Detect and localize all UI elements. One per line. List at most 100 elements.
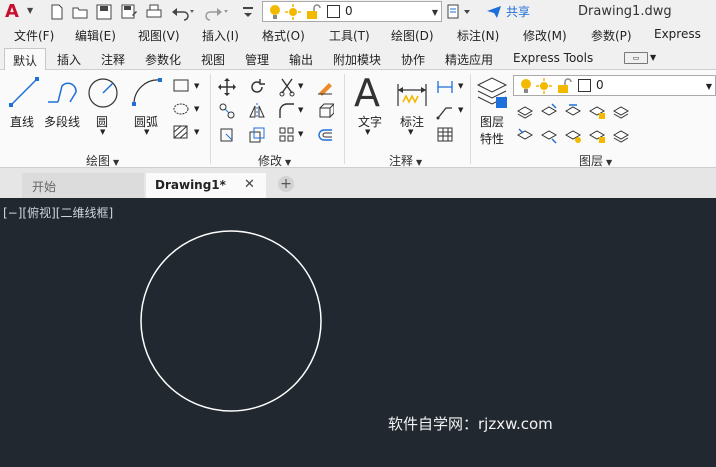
polyline-label: 多段线 [44, 115, 81, 129]
quick-access-toolbar: A ▼ 0 ▼ 共享 Drawing1.dwg [0, 0, 716, 24]
chevron-down-icon[interactable]: ▼ [365, 128, 370, 136]
array-icon[interactable] [278, 126, 296, 144]
menu-edit[interactable]: 编辑(E) [75, 27, 116, 44]
trim-icon[interactable] [278, 77, 296, 97]
layer-dropdown[interactable]: 0 ▼ [262, 1, 442, 22]
menu-format[interactable]: 格式(O) [262, 27, 305, 44]
linear-dimension-icon[interactable] [436, 78, 454, 96]
tab-featured-apps[interactable]: 精选应用 [445, 51, 493, 68]
line-icon[interactable] [8, 76, 40, 108]
panel-layers-title[interactable]: 图层 ▼ [579, 152, 612, 169]
explode-icon[interactable] [316, 102, 334, 120]
customize-qat-icon[interactable] [240, 3, 256, 21]
offset-icon[interactable] [316, 126, 334, 144]
arc-icon[interactable] [130, 76, 164, 108]
chevron-down-icon[interactable]: ▼ [458, 82, 463, 90]
mirror-icon[interactable] [248, 102, 266, 120]
layer-list-dropdown[interactable]: 0 ▼ [513, 75, 716, 96]
layer-tool-icon[interactable] [612, 102, 630, 120]
chevron-down-icon[interactable]: ▼ [298, 82, 303, 90]
tab-collaborate[interactable]: 协作 [401, 51, 425, 68]
chevron-down-icon[interactable]: ▼ [408, 128, 413, 136]
panel-annotation-title[interactable]: 注释 ▼ [389, 152, 422, 169]
move-icon[interactable] [218, 78, 236, 96]
layer-tool-icon[interactable] [540, 102, 558, 120]
undo-icon[interactable] [170, 3, 194, 21]
tab-express-tools[interactable]: Express Tools [513, 51, 593, 65]
layer-tool-icon[interactable] [516, 102, 534, 120]
chevron-down-icon[interactable]: ▼ [27, 6, 33, 15]
line-label: 直线 [10, 115, 35, 129]
chevron-down-icon[interactable]: ▼ [298, 106, 303, 114]
layer-tool-icon[interactable] [588, 126, 606, 144]
circle-icon[interactable] [86, 76, 120, 110]
layer-tool-icon[interactable] [516, 126, 534, 144]
ribbon-minimize-icon[interactable]: ▭ [624, 52, 648, 64]
tab-manage[interactable]: 管理 [245, 51, 269, 68]
rotate-icon[interactable] [248, 78, 266, 96]
gradient-icon[interactable] [172, 124, 190, 140]
chevron-down-icon[interactable]: ▼ [194, 82, 199, 90]
tab-parametric[interactable]: 参数化 [145, 51, 181, 68]
watermark-text: 软件自学网：rjzxw.com [388, 415, 553, 433]
tab-view[interactable]: 视图 [201, 51, 225, 68]
chevron-down-icon[interactable]: ▼ [100, 128, 105, 136]
layer-tool-icon[interactable] [564, 126, 582, 144]
print-icon[interactable] [145, 3, 163, 21]
menu-insert[interactable]: 插入(I) [202, 27, 239, 44]
unlock-icon [558, 78, 572, 93]
scale-icon[interactable] [248, 126, 266, 144]
drawn-circle[interactable] [140, 230, 322, 412]
stretch-icon[interactable] [218, 126, 236, 144]
chevron-down-icon[interactable]: ▼ [194, 105, 199, 113]
chevron-down-icon[interactable]: ▼ [298, 130, 303, 138]
tab-addins[interactable]: 附加模块 [333, 51, 381, 68]
table-icon[interactable] [436, 126, 454, 144]
layer-value: 0 [345, 4, 353, 18]
open-folder-icon[interactable] [71, 3, 89, 21]
tab-default[interactable]: 默认 [4, 48, 47, 71]
redo-icon[interactable] [204, 3, 228, 21]
chevron-down-icon[interactable]: ▼ [458, 106, 463, 114]
polyline-icon[interactable] [46, 78, 80, 108]
share-button[interactable]: 共享 [486, 3, 530, 21]
chevron-down-icon[interactable]: ▼ [144, 128, 149, 136]
layer-tool-icon[interactable] [612, 126, 630, 144]
layer-tool-icon[interactable] [588, 102, 606, 120]
tab-insert[interactable]: 插入 [57, 51, 81, 68]
add-tab-button[interactable]: + [278, 176, 294, 192]
erase-icon[interactable] [316, 78, 334, 96]
drawing-canvas[interactable]: [−][俯视][二维线框] 软件自学网：rjzxw.com [0, 198, 716, 467]
menu-file[interactable]: 文件(F) [14, 27, 54, 44]
save-as-icon[interactable] [120, 3, 138, 21]
close-icon[interactable]: ✕ [244, 177, 255, 192]
fillet-icon[interactable] [278, 102, 296, 120]
dimension-icon[interactable] [395, 76, 429, 110]
menu-dimension[interactable]: 标注(N) [457, 27, 499, 44]
rectangle-icon[interactable] [172, 78, 190, 94]
menu-draw[interactable]: 绘图(D) [391, 27, 434, 44]
chevron-down-icon[interactable]: ▼ [650, 53, 656, 62]
workspace-icon[interactable] [446, 3, 472, 21]
panel-draw-title[interactable]: 绘图 ▼ [86, 152, 119, 169]
layer-tool-icon[interactable] [540, 126, 558, 144]
tab-output[interactable]: 输出 [289, 51, 313, 68]
leader-icon[interactable] [436, 102, 454, 120]
app-menu-button[interactable]: A [5, 2, 25, 22]
menu-express[interactable]: Express [654, 27, 701, 41]
layer-properties-icon[interactable] [476, 75, 510, 113]
new-file-icon[interactable] [48, 3, 66, 21]
menu-tools[interactable]: 工具(T) [329, 27, 370, 44]
tab-start[interactable]: 开始 [22, 173, 144, 198]
menu-view[interactable]: 视图(V) [138, 27, 180, 44]
hatch-icon[interactable] [172, 101, 190, 117]
chevron-down-icon[interactable]: ▼ [194, 128, 199, 136]
menu-parametric[interactable]: 参数(P) [591, 27, 632, 44]
tab-annotate[interactable]: 注释 [101, 51, 125, 68]
panel-modify-title[interactable]: 修改 ▼ [258, 152, 291, 169]
menu-modify[interactable]: 修改(M) [523, 27, 567, 44]
text-icon[interactable]: A [354, 72, 380, 114]
save-icon[interactable] [95, 3, 113, 21]
layer-tool-icon[interactable] [564, 102, 582, 120]
copy-icon[interactable] [218, 102, 236, 120]
